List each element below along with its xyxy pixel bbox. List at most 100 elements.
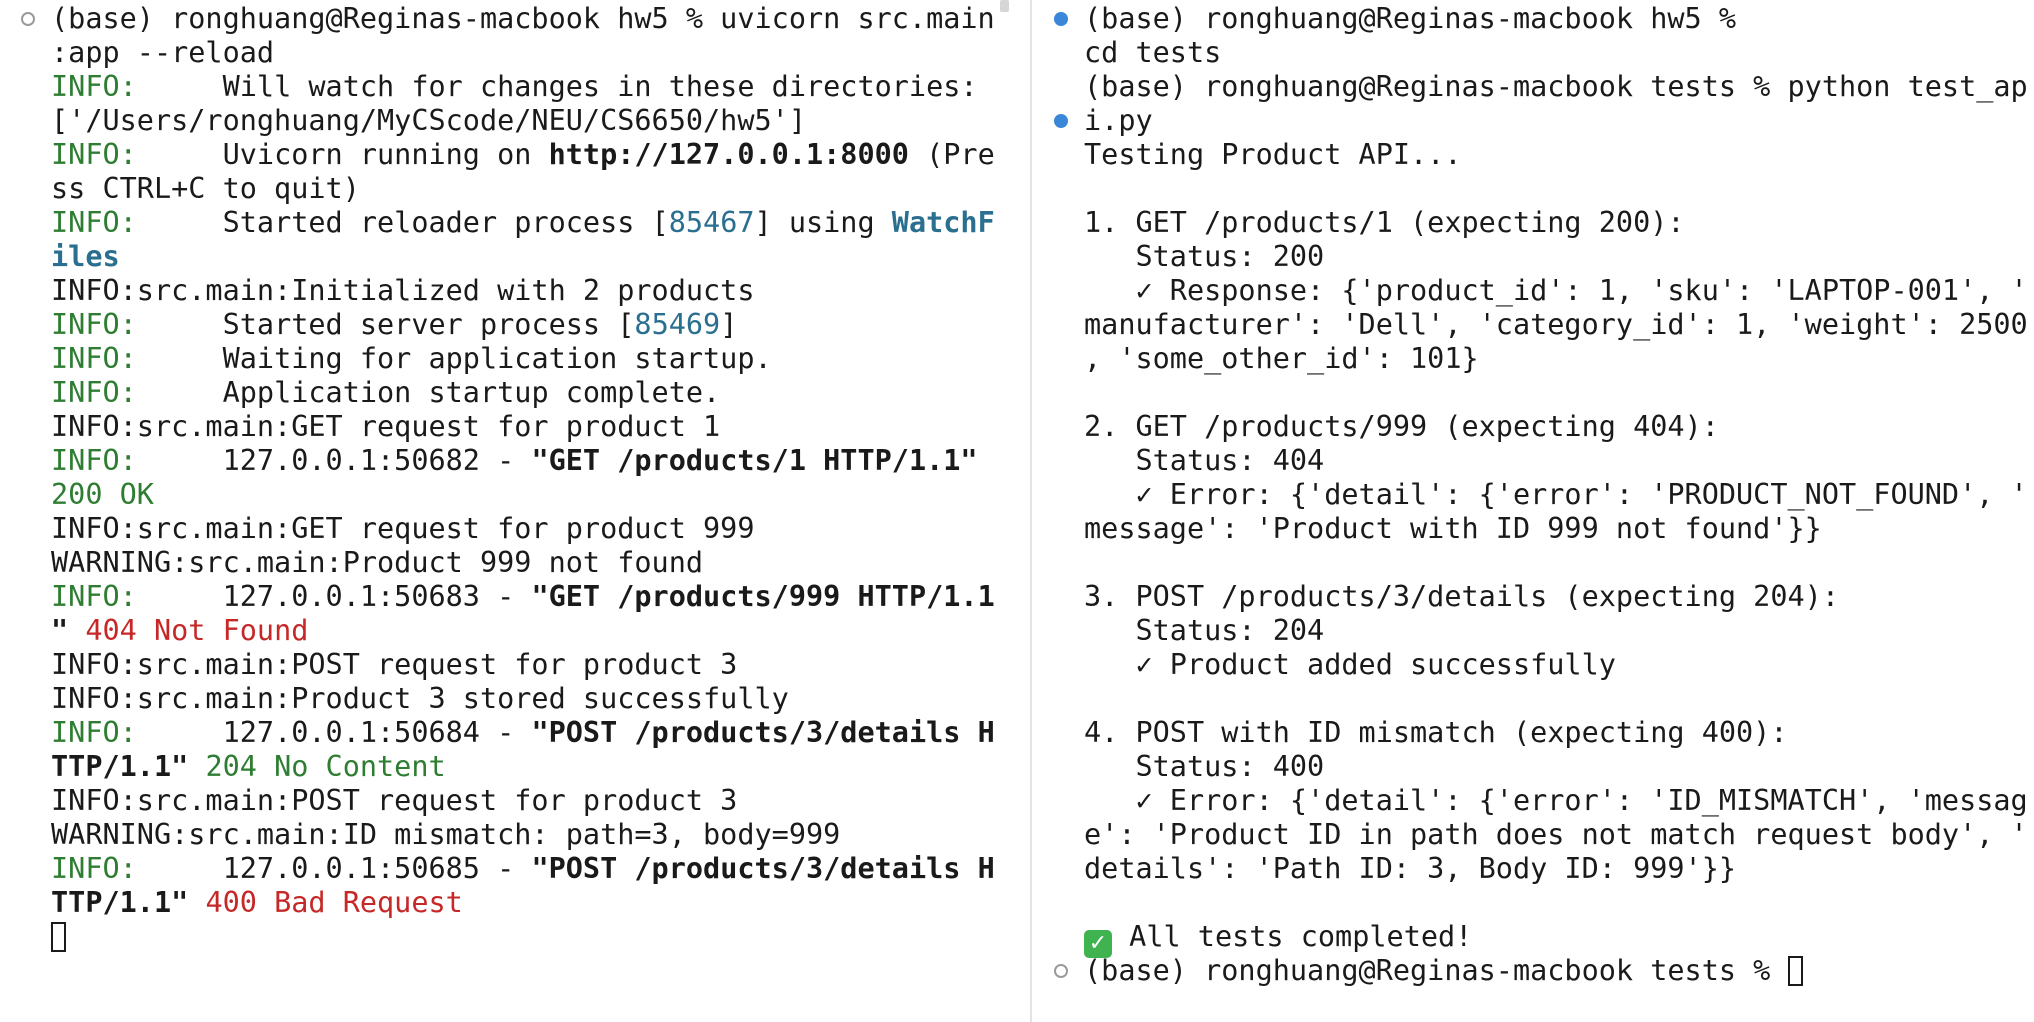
terminal-line: INFO:src.main:GET request for product 1 [51, 410, 995, 444]
http-status: 200 OK [51, 478, 154, 511]
log-text: 127.0.0.1:50683 - [136, 580, 532, 613]
output-text: 3. POST /products/3/details (expecting 2… [1084, 580, 1839, 613]
log-text: ] using [754, 206, 892, 239]
terminal-line: message': 'Product with ID 999 not found… [1084, 512, 2028, 546]
terminal-line: INFO: Started server process [85469] [51, 308, 995, 342]
right-terminal-output: (base) ronghuang@Reginas-macbook hw5 % c… [1054, 2, 2028, 988]
terminal-line: 1. GET /products/1 (expecting 200): [1084, 206, 2028, 240]
log-text: Started reloader process [ [136, 206, 669, 239]
terminal-line: TTP/1.1" 204 No Content [51, 750, 995, 784]
terminal-line: ✓ All tests completed! [1084, 920, 2028, 958]
output-text: Testing Product API... [1084, 138, 1462, 171]
terminal-line: INFO:src.main:GET request for product 99… [51, 512, 995, 546]
command-text: cd tests [1084, 36, 1222, 69]
terminal-line: INFO: Will watch for changes in these di… [51, 70, 995, 104]
log-text: ] [720, 308, 738, 341]
command-status-marker-icon[interactable] [21, 12, 35, 26]
terminal-line: INFO: Started reloader process [85467] u… [51, 206, 995, 240]
log-level-label: INFO: [51, 852, 137, 885]
command-status-marker-icon[interactable] [1054, 12, 1068, 26]
log-level-label: INFO: [51, 308, 137, 341]
terminal-line: Status: 204 [1084, 614, 2028, 648]
terminal-line: ✓ Product added successfully [1084, 648, 2028, 682]
terminal-line: INFO: Waiting for application startup. [51, 342, 995, 376]
server-url-link[interactable]: http://127.0.0.1:8000 [549, 138, 909, 171]
output-text: All tests completed! [1112, 920, 1473, 953]
http-request: TTP/1.1" [51, 750, 189, 783]
terminal-line: INFO: 127.0.0.1:50685 - "POST /products/… [51, 852, 995, 886]
terminal-line: iles [51, 240, 995, 274]
terminal-line: Status: 404 [1084, 444, 2028, 478]
log-text: Will watch for changes in these director… [136, 70, 978, 103]
terminal-line: i.py [1054, 104, 2028, 138]
log-level-label: INFO: [51, 580, 137, 613]
terminal-line: cd tests [1084, 36, 2028, 70]
terminal-line: 4. POST with ID mismatch (expecting 400)… [1084, 716, 2028, 750]
command-text: :app --reload [51, 36, 275, 69]
terminal-line: " 404 Not Found [51, 614, 995, 648]
right-terminal-pane[interactable]: (base) ronghuang@Reginas-macbook hw5 % c… [1034, 0, 2034, 1022]
command-status-marker-icon[interactable] [1054, 114, 1068, 128]
terminal-line: WARNING:src.main:ID mismatch: path=3, bo… [51, 818, 995, 852]
terminal-line: (base) ronghuang@Reginas-macbook hw5 % [1054, 2, 2028, 36]
http-request: " [51, 614, 69, 647]
command-text: (base) ronghuang@Reginas-macbook tests %… [1084, 70, 2028, 103]
output-text: 2. GET /products/999 (expecting 404): [1084, 410, 1719, 443]
http-request: "POST /products/3/details H [531, 716, 995, 749]
prompt-text: (base) ronghuang@Reginas-macbook tests % [1084, 954, 1788, 987]
terminal-line: 2. GET /products/999 (expecting 404): [1084, 410, 2028, 444]
log-text: ss CTRL+C to quit) [51, 172, 360, 205]
tool-name: WatchF [891, 206, 995, 239]
terminal-line: , 'some_other_id': 101} [1084, 342, 2028, 376]
log-text: WARNING:src.main:Product 999 not found [51, 546, 704, 579]
tool-name: iles [51, 240, 120, 273]
http-request: "GET /products/999 HTTP/1.1 [531, 580, 995, 613]
log-level-label: INFO: [51, 716, 137, 749]
terminal-line: TTP/1.1" 400 Bad Request [51, 886, 995, 920]
scrollbar-thumb[interactable] [1000, 0, 1009, 12]
output-text: Status: 200 [1084, 240, 1325, 273]
output-text: message': 'Product with ID 999 not found… [1084, 512, 1822, 545]
log-text: Started server process [ [136, 308, 635, 341]
terminal-line: INFO:src.main:Initialized with 2 product… [51, 274, 995, 308]
terminal-line: Status: 200 [1084, 240, 2028, 274]
log-level-label: INFO: [51, 342, 137, 375]
output-text: Status: 400 [1084, 750, 1325, 783]
output-text: , 'some_other_id': 101} [1084, 342, 1479, 375]
left-terminal-pane[interactable]: (base) ronghuang@Reginas-macbook hw5 % u… [0, 0, 1000, 1022]
terminal-line: INFO: 127.0.0.1:50684 - "POST /products/… [51, 716, 995, 750]
http-request: "GET /products/1 HTTP/1.1" [531, 444, 978, 477]
divider-line [1030, 0, 1032, 1022]
log-text: Waiting for application startup. [136, 342, 772, 375]
log-text: INFO:src.main:Initialized with 2 product… [51, 274, 755, 307]
output-text: details': 'Path ID: 3, Body ID: 999'}} [1084, 852, 1737, 885]
terminal-line [51, 920, 995, 954]
terminal-line: INFO:src.main:POST request for product 3 [51, 784, 995, 818]
log-text: WARNING:src.main:ID mismatch: path=3, bo… [51, 818, 841, 851]
output-text: Status: 204 [1084, 614, 1325, 647]
log-text: 127.0.0.1:50682 - [136, 444, 532, 477]
terminal-cursor [1787, 956, 1803, 986]
output-text: Status: 404 [1084, 444, 1325, 477]
left-terminal-output: (base) ronghuang@Reginas-macbook hw5 % u… [21, 2, 995, 954]
http-request: "POST /products/3/details H [531, 852, 995, 885]
output-text: ✓ Error: {'detail': {'error': 'PRODUCT_N… [1084, 478, 2028, 511]
terminal-line: 3. POST /products/3/details (expecting 2… [1084, 580, 2028, 614]
pane-divider[interactable] [1000, 0, 1034, 1022]
log-level-label: INFO: [51, 206, 137, 239]
terminal-line: details': 'Path ID: 3, Body ID: 999'}} [1084, 852, 2028, 886]
terminal-line: (base) ronghuang@Reginas-macbook tests %… [1084, 70, 2028, 104]
output-text: e': 'Product ID in path does not match r… [1084, 818, 2028, 851]
log-text: INFO:src.main:POST request for product 3 [51, 648, 738, 681]
terminal-line: (base) ronghuang@Reginas-macbook hw5 % u… [21, 2, 995, 36]
terminal-line: ss CTRL+C to quit) [51, 172, 995, 206]
terminal-line: :app --reload [51, 36, 995, 70]
terminal-line: INFO: Application startup complete. [51, 376, 995, 410]
terminal-line: Status: 400 [1084, 750, 2028, 784]
http-status: 400 Bad Request [188, 886, 463, 919]
command-text: (base) ronghuang@Reginas-macbook hw5 % u… [51, 2, 995, 35]
output-text: ✓ Product added successfully [1084, 648, 1616, 681]
command-status-marker-icon[interactable] [1054, 964, 1068, 978]
